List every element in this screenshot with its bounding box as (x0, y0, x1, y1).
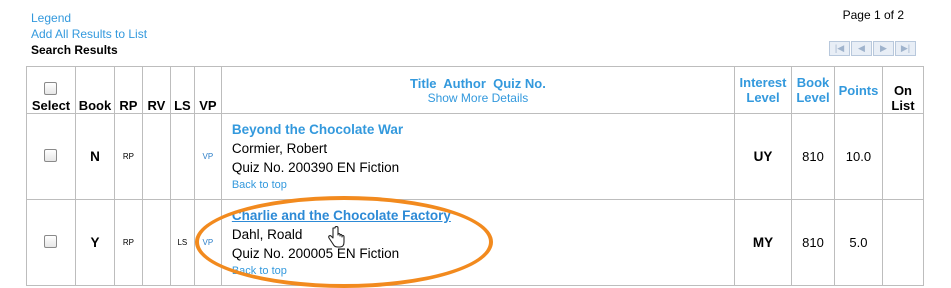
row-select-checkbox[interactable] (44, 148, 58, 162)
select-all-checkbox[interactable] (44, 82, 58, 95)
points-header[interactable]: Points (833, 66, 883, 114)
book-cell: N (74, 113, 115, 200)
interest-level-label-1: Interest (739, 75, 787, 90)
on-list-cell (881, 199, 925, 286)
select-column-header: Select (26, 66, 76, 114)
rv-cell (141, 113, 171, 200)
last-page-icon[interactable]: ▶| (895, 41, 916, 56)
hand-cursor-icon (328, 226, 345, 248)
on-list-label-1: On (893, 83, 912, 98)
interest-level-label-2: Level (746, 90, 780, 105)
next-page-icon[interactable]: ▶ (873, 41, 894, 56)
book-title-link[interactable]: Beyond the Chocolate War (232, 120, 734, 139)
ls-cell (169, 113, 195, 200)
page-indicator: Page 1 of 2 (842, 8, 904, 22)
book-header: Book (74, 66, 115, 114)
book-level-header[interactable]: Book Level (791, 66, 835, 114)
table-row: N RP VP Beyond the Chocolate War Cormier… (26, 113, 925, 200)
ls-header: LS (169, 66, 195, 114)
row-select-checkbox[interactable] (44, 234, 58, 248)
book-level-cell: 810 (791, 113, 835, 200)
pager: |◀ ◀ ▶ ▶| (829, 41, 916, 56)
title-author-quiz-header: Title Author Quiz No. Show More Details (220, 66, 736, 114)
book-cell: Y (74, 199, 115, 286)
book-level-label-1: Book (796, 75, 830, 90)
back-to-top-link[interactable]: Back to top (232, 177, 734, 193)
rp-header: RP (113, 66, 143, 114)
legend-link[interactable]: Legend (31, 10, 147, 26)
show-more-details-link[interactable]: Show More Details (222, 91, 734, 105)
interest-level-cell: UY (734, 113, 792, 200)
on-list-label-2: List (891, 98, 915, 113)
title-cell: Beyond the Chocolate War Cormier, Robert… (220, 113, 736, 200)
vp-header: VP (193, 66, 222, 114)
top-links: Legend Add All Results to List Search Re… (31, 10, 147, 58)
quiz-number-text: Quiz No. 200390 EN Fiction (231, 160, 400, 175)
prev-page-icon[interactable]: ◀ (851, 41, 872, 56)
on-list-header: On List (881, 66, 925, 114)
book-level-label-2: Level (796, 90, 830, 105)
search-results-heading: Search Results (31, 43, 118, 57)
vp-cell[interactable]: VP (193, 113, 222, 200)
book-level-cell: 810 (791, 199, 835, 286)
interest-level-header[interactable]: Interest Level (734, 66, 792, 114)
first-page-icon[interactable]: |◀ (829, 41, 850, 56)
rv-header: RV (141, 66, 171, 114)
rp-cell: RP (113, 199, 143, 286)
ls-cell: LS (169, 199, 195, 286)
points-cell: 5.0 (833, 199, 883, 286)
select-header-label: Select (31, 98, 71, 113)
rv-cell (141, 199, 171, 286)
title-sort-header[interactable]: Title Author Quiz No. (410, 76, 546, 91)
rp-cell: RP (113, 113, 143, 200)
author-text: Cormier, Robert (231, 141, 328, 156)
add-all-results-link[interactable]: Add All Results to List (31, 26, 147, 42)
on-list-cell (881, 113, 925, 200)
points-cell: 10.0 (833, 113, 883, 200)
table-header-row: Select Book RP RV LS VP Title Author Qui… (26, 66, 925, 114)
interest-level-cell: MY (734, 199, 792, 286)
